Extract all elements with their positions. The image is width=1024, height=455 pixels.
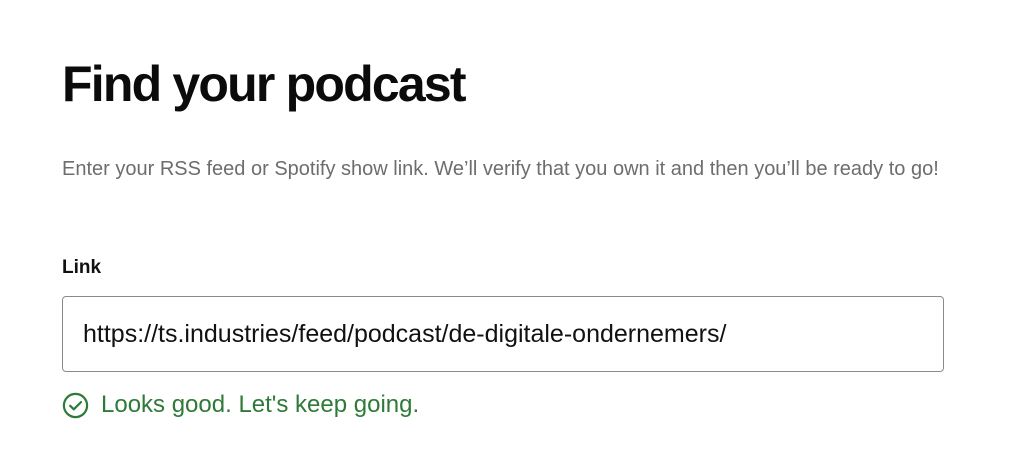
validation-text: Looks good. Let's keep going.: [101, 391, 420, 418]
check-circle-icon: [62, 392, 89, 419]
page-title: Find your podcast: [62, 56, 467, 112]
find-podcast-page: Find your podcast Enter your RSS feed or…: [62, 0, 944, 455]
validation-message: Looks good. Let's keep going.: [62, 387, 419, 423]
page-description: Enter your RSS feed or Spotify show link…: [62, 158, 939, 180]
link-label: Link: [62, 257, 102, 278]
link-input[interactable]: [62, 296, 944, 372]
